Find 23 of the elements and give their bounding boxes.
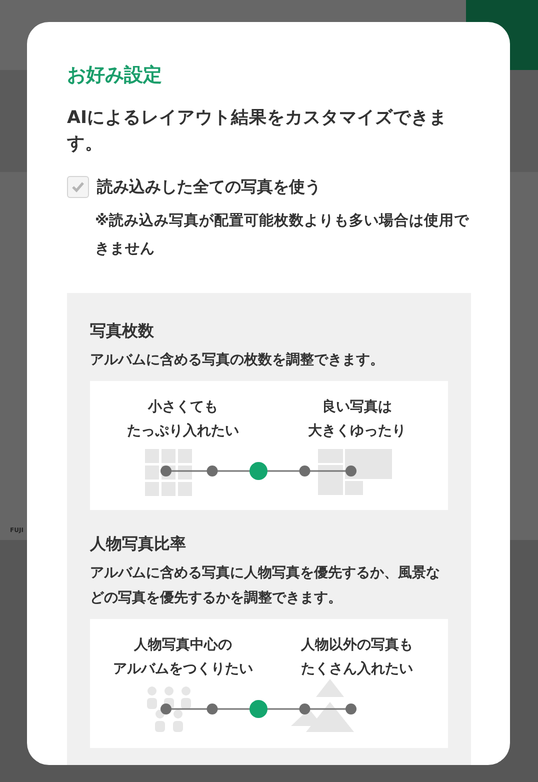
option-label: 人物写真中心の [134,636,232,656]
people-icon [147,686,191,732]
note-text: ※読み込み写真が配置可能枚数よりも多い場合は使用できません [95,212,470,259]
option-label: 小さくても [148,398,218,417]
option-label: 大きくゆったり [308,422,406,441]
section-description: アルバムに含める写真の枚数を調整できます。 [90,350,385,370]
section-title: 写真枚数 [90,320,155,340]
check-icon [71,180,85,193]
option-label: アルバムをつくりたい [113,660,253,680]
option-label: 人物以外の写真も [301,636,413,656]
mountain-icon [291,679,354,732]
dialog-description: AIによるレイアウト結果をカスタマイズできます。 [67,106,448,156]
section-title: 人物写真比率 [90,534,187,554]
photo-grid-icon [145,448,192,496]
checkbox-label: 読み込みした全ての写真を使う [97,176,321,198]
option-label: 良い写真は [322,398,392,417]
option-label: たくさん入れたい [301,660,413,680]
option-label: たっぷり入れたい [127,422,239,441]
section-description: アルバムに含める写真に人物写真を優先するか、風景などの写真を優先するかを調整できます。 [90,564,441,608]
dialog-title: お好み設定 [67,64,163,87]
slider-thumb[interactable] [250,700,268,718]
slider-thumb[interactable] [250,462,268,480]
large-photos-icon [318,448,392,495]
